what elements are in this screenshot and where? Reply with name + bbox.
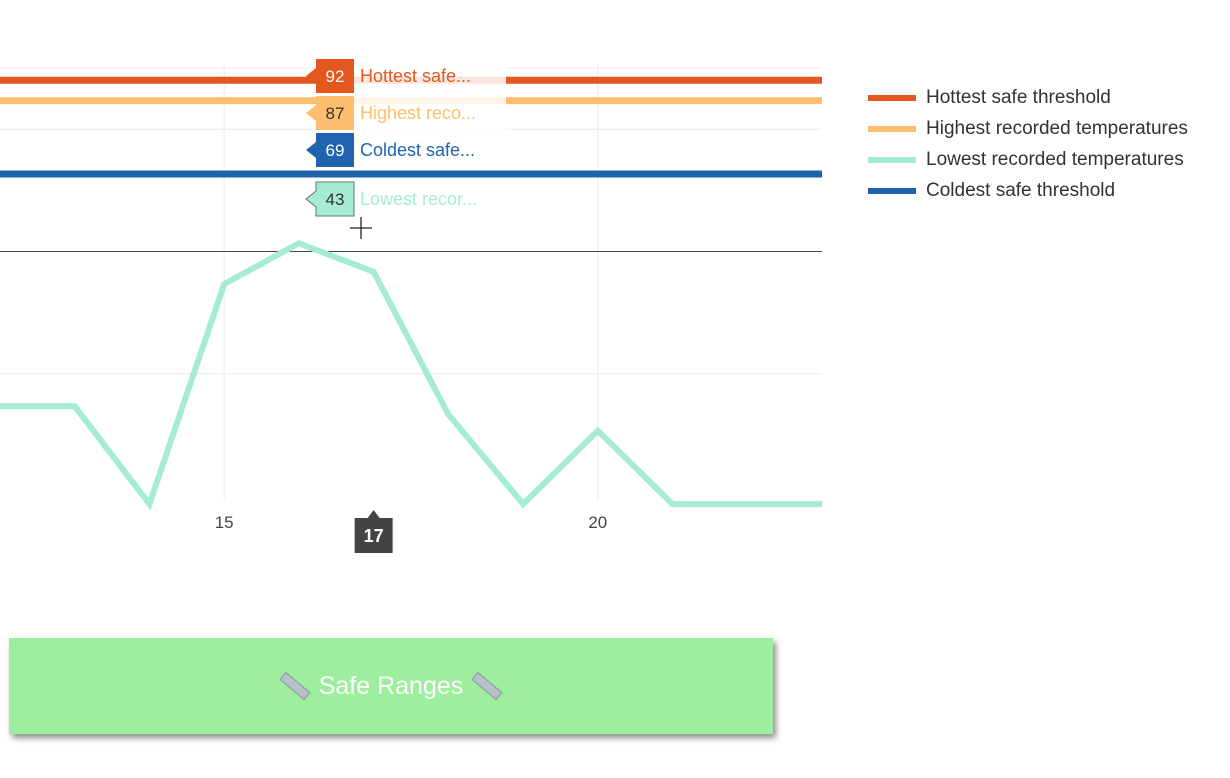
ruler-icon [471, 671, 503, 701]
legend-label: Highest recorded temperatures [926, 117, 1188, 139]
hover-label-1: 87 Highest reco... [306, 96, 506, 130]
legend-item-lowest[interactable]: Lowest recorded temperatures [868, 144, 1188, 175]
legend-swatch [868, 187, 916, 194]
legend-swatch [868, 125, 916, 132]
hover-label-3: 69 Coldest safe... [306, 133, 506, 167]
chart-legend: Hottest safe threshold Highest recorded … [868, 82, 1188, 206]
hover-label-name: Coldest safe... [360, 140, 475, 160]
legend-item-highest[interactable]: Highest recorded temperatures [868, 113, 1188, 144]
hover-labels: 92 Hottest safe... 87 Highest reco... 69 Cold… [305, 59, 506, 553]
legend-swatch [868, 156, 916, 163]
hover-label-2: 43 Lowest recor... [305, 181, 506, 217]
x-tick-label: 15 [215, 513, 234, 532]
hover-x-label: 17 [354, 510, 393, 553]
hover-label-value: 69 [326, 141, 345, 160]
hover-x-value: 17 [364, 526, 384, 546]
legend-label: Coldest safe threshold [926, 179, 1116, 201]
hover-label-0: 92 Hottest safe... [306, 59, 506, 93]
safe-ranges-button[interactable]: Safe Ranges [9, 638, 773, 734]
legend-label: Hottest safe threshold [926, 86, 1111, 108]
legend-label: Lowest recorded temperatures [926, 148, 1184, 170]
safe-ranges-button-label: Safe Ranges [318, 671, 464, 700]
hover-label-value: 87 [326, 104, 345, 123]
legend-item-coldest[interactable]: Coldest safe threshold [868, 175, 1188, 206]
chart-plot[interactable]: 15 20 92 Hottest safe...87 Highest reco...6… [0, 0, 830, 560]
hover-label-value: 43 [326, 190, 345, 209]
crosshair-cursor-icon [350, 217, 372, 239]
hover-label-name: Highest reco... [360, 103, 476, 123]
legend-item-hottest[interactable]: Hottest safe threshold [868, 82, 1188, 113]
hover-label-name: Lowest recor... [360, 189, 477, 209]
x-tick-label: 20 [588, 513, 607, 532]
hover-label-value: 92 [326, 67, 345, 86]
ruler-icon [279, 671, 311, 701]
hover-label-name: Hottest safe... [360, 66, 471, 86]
x-axis-ticks: 15 20 [215, 513, 608, 532]
legend-swatch [868, 94, 916, 101]
